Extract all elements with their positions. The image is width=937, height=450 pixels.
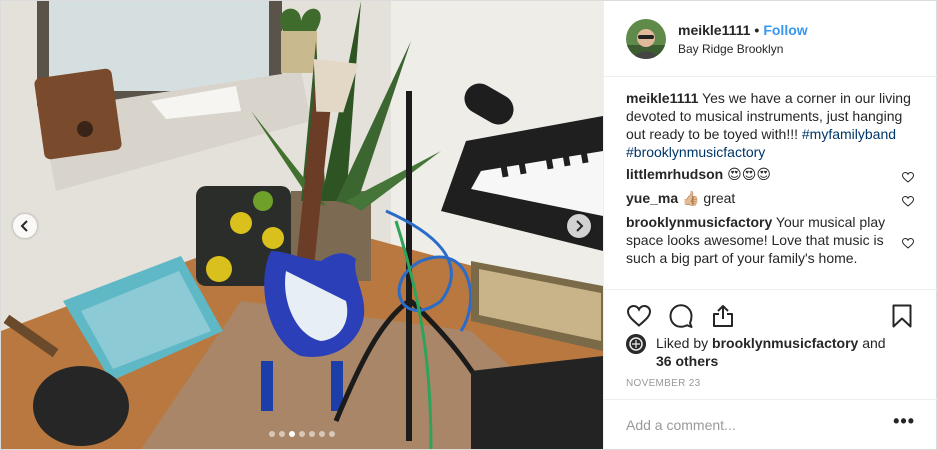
chevron-left-icon (20, 220, 28, 232)
avatar[interactable] (626, 18, 666, 59)
comment-button[interactable] (668, 303, 694, 329)
heart-icon (627, 304, 651, 327)
instagram-post: meikle1111 • Follow Bay Ridge Brooklyn mei… (0, 0, 937, 450)
liker-username[interactable]: brooklynmusicfactory (712, 335, 858, 351)
post-author-username[interactable]: meikle1111 (678, 22, 750, 38)
comment-bubble-icon (669, 303, 693, 328)
more-options-button[interactable]: ••• (893, 411, 915, 432)
comment-username[interactable]: yue_ma (626, 190, 678, 206)
instrument-corner-photo (1, 1, 603, 449)
header-line: meikle1111 • Follow (678, 21, 808, 39)
carousel-dot (309, 431, 315, 437)
caption: meikle1111 Yes we have a corner in our l… (626, 89, 916, 161)
liker-avatar[interactable] (626, 334, 646, 354)
post-actions (604, 289, 937, 331)
post-header: meikle1111 • Follow Bay Ridge Brooklyn (604, 1, 937, 77)
likes-suffix: and (858, 335, 886, 351)
carousel-dot (329, 431, 335, 437)
carousel-dot (319, 431, 325, 437)
user-avatar-icon (626, 18, 666, 59)
add-comment-bar: ••• (604, 399, 937, 449)
heart-outline-icon (901, 195, 915, 207)
previous-photo-button[interactable] (13, 214, 37, 238)
next-photo-button[interactable] (567, 214, 591, 238)
caption-username[interactable]: meikle1111 (626, 90, 698, 106)
like-button[interactable] (626, 303, 652, 329)
post-side-panel: meikle1111 • Follow Bay Ridge Brooklyn mei… (603, 1, 937, 449)
chevron-right-icon (576, 220, 584, 232)
brand-logo-icon (626, 334, 646, 354)
separator-dot: • (754, 21, 760, 38)
bookmark-icon (892, 304, 912, 327)
comment-like-button[interactable] (901, 235, 915, 253)
post-photo[interactable] (1, 1, 603, 449)
comment-username[interactable]: littlemrhudson (626, 166, 723, 182)
likes-summary: Liked by brooklynmusicfactory and 36 oth… (626, 334, 926, 370)
share-icon (713, 304, 733, 327)
comment-item: littlemrhudson 😍😍😍 (626, 165, 916, 183)
follow-button[interactable]: Follow (763, 22, 807, 38)
likes-prefix: Liked by (656, 335, 713, 351)
hashtag-link[interactable]: #brooklynmusicfactory (626, 144, 765, 160)
carousel-dot (299, 431, 305, 437)
comment-text: 👍🏼 great (678, 190, 736, 206)
hashtag-link[interactable]: #myfamilyband (802, 126, 896, 142)
carousel-dot (279, 431, 285, 437)
comments-list[interactable]: meikle1111 Yes we have a corner in our l… (626, 89, 916, 289)
likes-others-link[interactable]: 36 others (656, 353, 718, 369)
header-text: meikle1111 • Follow Bay Ridge Brooklyn (678, 21, 808, 57)
comment-like-button[interactable] (901, 169, 915, 187)
carousel-dot (269, 431, 275, 437)
share-button[interactable] (710, 303, 736, 329)
heart-outline-icon (901, 171, 915, 183)
add-comment-input[interactable] (626, 416, 894, 433)
heart-outline-icon (901, 237, 915, 249)
post-location[interactable]: Bay Ridge Brooklyn (678, 41, 808, 57)
save-button[interactable] (889, 303, 915, 329)
comment-text: 😍😍😍 (723, 166, 771, 182)
post-date[interactable]: NOVEMBER 23 (626, 378, 700, 389)
comment-username[interactable]: brooklynmusicfactory (626, 214, 772, 230)
comment-like-button[interactable] (901, 193, 915, 211)
comment-item: brooklynmusicfactory Your musical play s… (626, 213, 916, 267)
comment-item: yue_ma 👍🏼 great (626, 189, 916, 207)
carousel-indicator (269, 431, 335, 437)
likes-text: Liked by brooklynmusicfactory and 36 oth… (656, 334, 886, 370)
carousel-dot-active (289, 431, 295, 437)
